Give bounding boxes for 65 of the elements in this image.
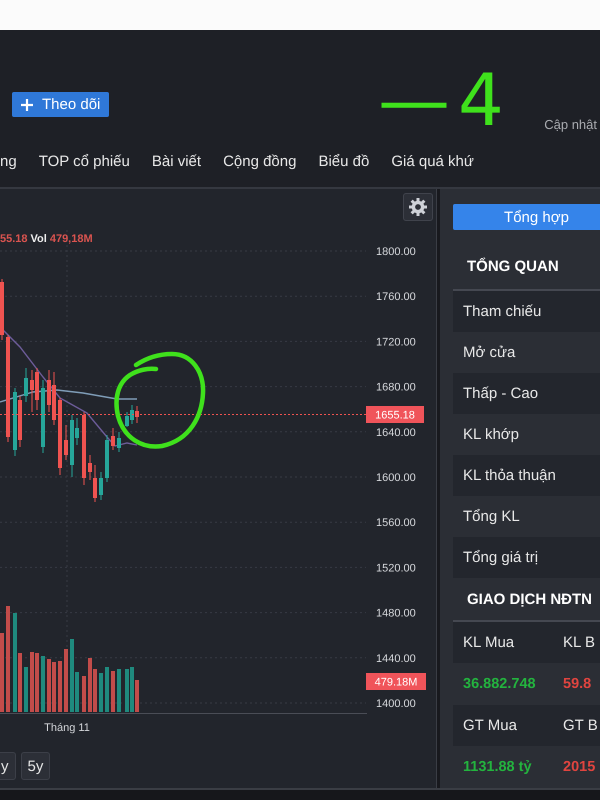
row-label: Tham chiếu: [463, 303, 542, 320]
volume-tag: 479.18M: [366, 673, 426, 690]
price-axis-label: 1680.00: [376, 382, 416, 394]
candlestick: [117, 432, 121, 452]
volume-bar: [24, 667, 28, 712]
price-axis-label: 1520.00: [376, 562, 416, 574]
trade-value: 1131.88 tỷ: [463, 759, 533, 775]
summary-tab[interactable]: Tổng hợp: [453, 204, 600, 230]
row-label: Mở cửa: [463, 344, 516, 361]
candlestick: [105, 434, 109, 482]
row-label: Tổng KL: [463, 508, 520, 525]
volume-bar: [99, 673, 103, 712]
price-axis-label: 1560.00: [376, 517, 416, 530]
legend-volume-value: 479,18M: [50, 233, 93, 245]
price-axis-label: 1440.00: [376, 652, 416, 665]
volume-bar: [82, 676, 86, 712]
price-axis-label: 1800.00: [376, 246, 416, 258]
nav-link[interactable]: Giá quá khứ: [391, 152, 474, 170]
column-label: KL B: [563, 634, 596, 651]
section-title: GIAO DỊCH NĐTN: [467, 590, 592, 608]
volume-bar: [117, 669, 121, 712]
price-axis-label: 1480.00: [376, 608, 416, 620]
plus-icon: [21, 98, 33, 110]
price-axis-label: 1640.00: [376, 426, 416, 439]
volume-bar: [64, 649, 68, 712]
update-label: Cập nhật: [544, 117, 597, 132]
row-label: Tổng giá trị: [463, 549, 538, 566]
candlestick: [111, 428, 115, 450]
nav-link[interactable]: Bài viết: [152, 152, 202, 170]
volume-bar: [105, 667, 109, 712]
price-axis-label: 1600.00: [376, 472, 416, 484]
column-label: GT Mua: [463, 717, 518, 734]
nav-link[interactable]: Cộng đồng: [223, 152, 296, 170]
price-axis-label: 1400.00: [376, 698, 416, 710]
settings-button[interactable]: [403, 193, 433, 221]
range-button[interactable]: y: [0, 752, 16, 780]
range-button[interactable]: 5y: [20, 752, 50, 780]
volume-bar: [58, 661, 62, 712]
row-label: Thấp - Cao: [463, 385, 538, 402]
legend-close-value: 55.18: [0, 233, 28, 245]
candlestick: [0, 278, 4, 340]
column-label: GT B: [563, 717, 599, 734]
column-label: KL Mua: [463, 634, 516, 651]
follow-button[interactable]: Theo dõi: [12, 92, 110, 117]
trade-value: 59.8: [563, 676, 592, 692]
candlestick: [24, 368, 28, 402]
nav-link[interactable]: Biểu đồ: [318, 152, 370, 170]
gear-icon: [409, 198, 427, 216]
handwritten-note: —4: [378, 64, 512, 136]
candlestick: [99, 472, 103, 500]
section-title: TỔNG QUAN: [467, 258, 559, 274]
date-axis-label: Tháng 11: [44, 722, 90, 734]
trade-value: 36.882.748: [463, 676, 537, 692]
nav-link[interactable]: ng: [0, 152, 17, 170]
legend-volume-label: Vol: [30, 233, 47, 245]
candlestick: [64, 424, 68, 460]
trade-value: 2015: [563, 759, 596, 775]
volume-bar: [41, 656, 45, 712]
nav-link[interactable]: TOP cổ phiếu: [38, 152, 130, 170]
row-label: KL khớp: [463, 426, 519, 443]
price-axis-label: 1760.00: [376, 291, 416, 304]
volume-bar: [111, 671, 115, 712]
price-tag: 1655.18: [366, 406, 424, 423]
row-label: KL thỏa thuận: [463, 467, 556, 484]
price-axis-label: 1720.00: [376, 336, 416, 348]
